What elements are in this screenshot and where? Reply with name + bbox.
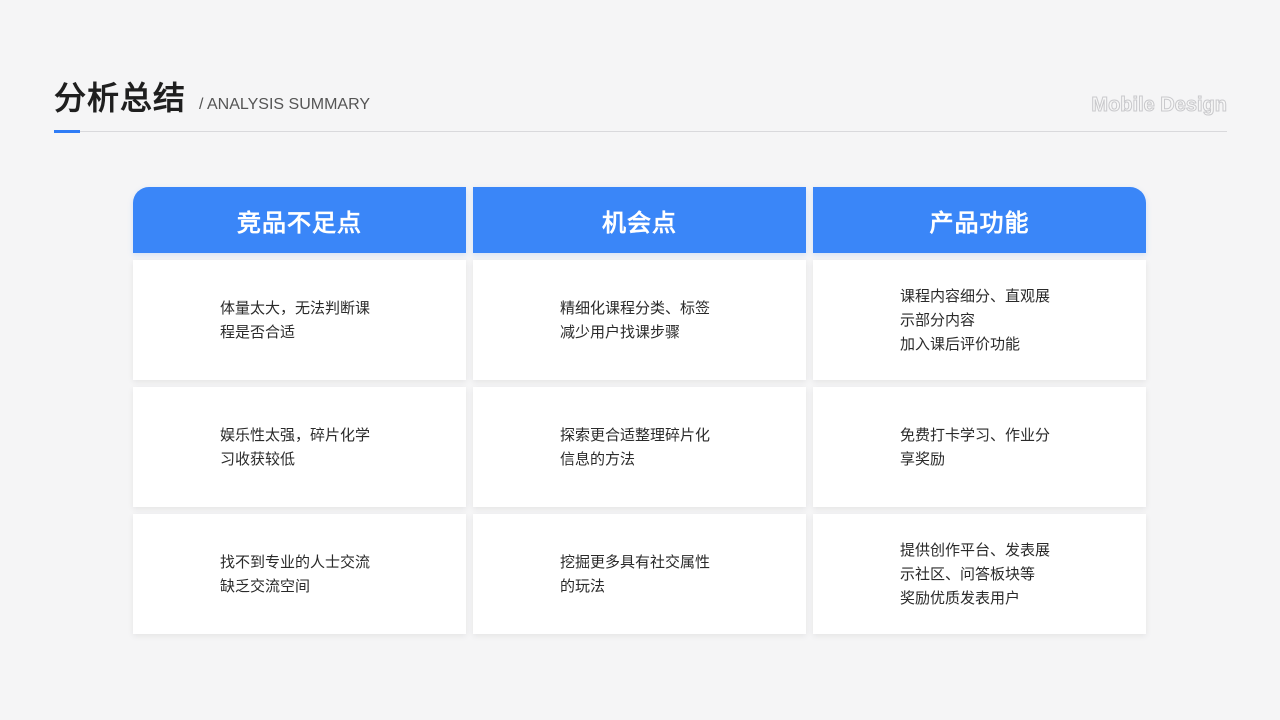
header-divider: [54, 131, 1227, 132]
cell-text: 探索更合适整理碎片化 信息的方法: [560, 426, 711, 468]
summary-table: 竞品不足点 机会点 产品功能 体量太大，无法判断课 程是否合适 精细化课程分类、…: [133, 187, 1147, 634]
column-header-opportunity: 机会点: [473, 187, 806, 253]
cell-text: 找不到专业的人士交流 缺乏交流空间: [220, 553, 371, 595]
table-cell: 提供创作平台、发表展 示社区、问答板块等 奖励优质发表用户: [813, 514, 1146, 634]
page-subtitle: / ANALYSIS SUMMARY: [199, 96, 371, 113]
column-header-competitor-weakness: 竞品不足点: [133, 187, 466, 253]
column-header-product-features: 产品功能: [813, 187, 1146, 253]
table-cell: 课程内容细分、直观展 示部分内容 加入课后评价功能: [813, 260, 1146, 380]
table-cell: 体量太大，无法判断课 程是否合适: [133, 260, 466, 380]
table-cell: 挖掘更多具有社交属性 的玩法: [473, 514, 806, 634]
cell-text: 课程内容细分、直观展 示部分内容 加入课后评价功能: [900, 287, 1051, 353]
table-cell: 找不到专业的人士交流 缺乏交流空间: [133, 514, 466, 634]
cell-text: 体量太大，无法判断课 程是否合适: [220, 299, 371, 341]
cell-text: 提供创作平台、发表展 示社区、问答板块等 奖励优质发表用户: [900, 541, 1051, 607]
table-cell: 精细化课程分类、标签 减少用户找课步骤: [473, 260, 806, 380]
page-title: 分析总结: [54, 79, 187, 117]
brand-label: Mobile Design: [1091, 94, 1228, 117]
cell-text: 精细化课程分类、标签 减少用户找课步骤: [560, 299, 711, 341]
page-header: 分析总结 / ANALYSIS SUMMARY Mobile Design: [54, 74, 1228, 133]
header-accent-bar: [54, 130, 80, 133]
table-cell: 免费打卡学习、作业分 享奖励: [813, 387, 1146, 507]
cell-text: 免费打卡学习、作业分 享奖励: [900, 426, 1051, 468]
table-cell: 探索更合适整理碎片化 信息的方法: [473, 387, 806, 507]
cell-text: 挖掘更多具有社交属性 的玩法: [560, 553, 711, 595]
table-cell: 娱乐性太强，碎片化学 习收获较低: [133, 387, 466, 507]
cell-text: 娱乐性太强，碎片化学 习收获较低: [220, 426, 371, 468]
